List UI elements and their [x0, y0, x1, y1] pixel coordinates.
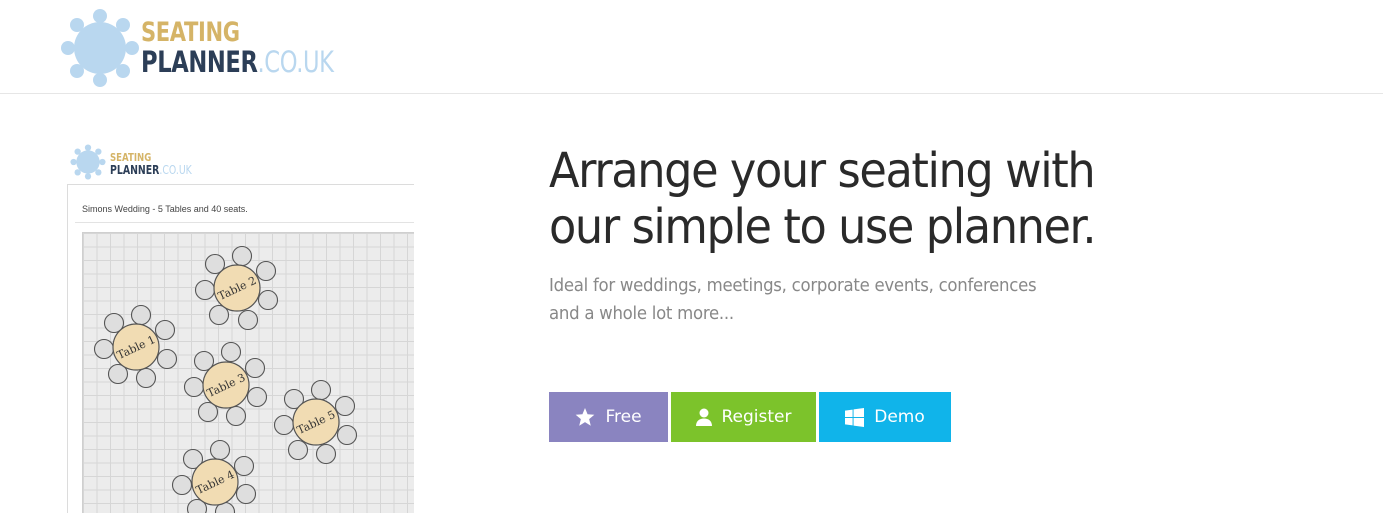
seat [257, 289, 279, 311]
register-button-label: Register [721, 407, 792, 427]
seat [130, 304, 152, 326]
seat [156, 348, 178, 370]
seat [246, 386, 268, 408]
demo-button-label: Demo [874, 407, 925, 427]
seat [233, 455, 255, 477]
star-icon [576, 407, 595, 426]
site-header: SEATING PLANNER.CO.UK [0, 0, 1383, 94]
seat [135, 367, 157, 389]
register-button[interactable]: Register [671, 392, 816, 442]
site-logo[interactable]: SEATING PLANNER.CO.UK [60, 8, 334, 88]
seat [255, 260, 277, 282]
seat [310, 379, 332, 401]
tables-layer: Table 2 Table 1 Table 3 Table 5 Table 4 [93, 245, 358, 513]
seat [235, 483, 257, 505]
seat [225, 405, 247, 427]
seating-logo-icon [61, 9, 139, 87]
seat [154, 319, 176, 341]
table-group-5: Table 5 [273, 379, 358, 465]
seat [194, 279, 216, 301]
seat [334, 395, 356, 417]
seat [336, 424, 358, 446]
table-group-2: Table 2 [194, 245, 279, 331]
hero-subtitle: Ideal for weddings, meetings, corporate … [549, 275, 1037, 324]
free-button[interactable]: Free [549, 392, 668, 442]
seat [93, 338, 115, 360]
seat [273, 414, 295, 436]
logo-word-seating: SEATING [141, 17, 240, 48]
table-group-4: Table 4 [171, 439, 257, 513]
seat [237, 309, 259, 331]
logo-word-planner: PLANNER.CO.UK [141, 46, 334, 78]
hero-title: Arrange your seating with our simple to … [549, 143, 1097, 255]
seat [315, 443, 337, 465]
seat [209, 439, 231, 461]
seat [231, 245, 253, 267]
seat [183, 376, 205, 398]
logo-tld: .CO.UK [257, 45, 335, 79]
logo-word-planner-text: PLANNER [141, 45, 258, 79]
demo-button[interactable]: Demo [819, 392, 951, 442]
free-button-label: Free [605, 407, 642, 427]
seat [171, 474, 193, 496]
user-icon [695, 408, 712, 426]
table-group-3: Table 3 [183, 341, 268, 427]
windows-icon [845, 407, 865, 427]
seat [220, 341, 242, 363]
planner-preview-image: SEATING PLANNER.CO.UK Simons Wedding - 5… [66, 140, 414, 513]
table-group-1: Table 1 [93, 304, 178, 389]
seat [287, 439, 309, 461]
seat [244, 357, 266, 379]
